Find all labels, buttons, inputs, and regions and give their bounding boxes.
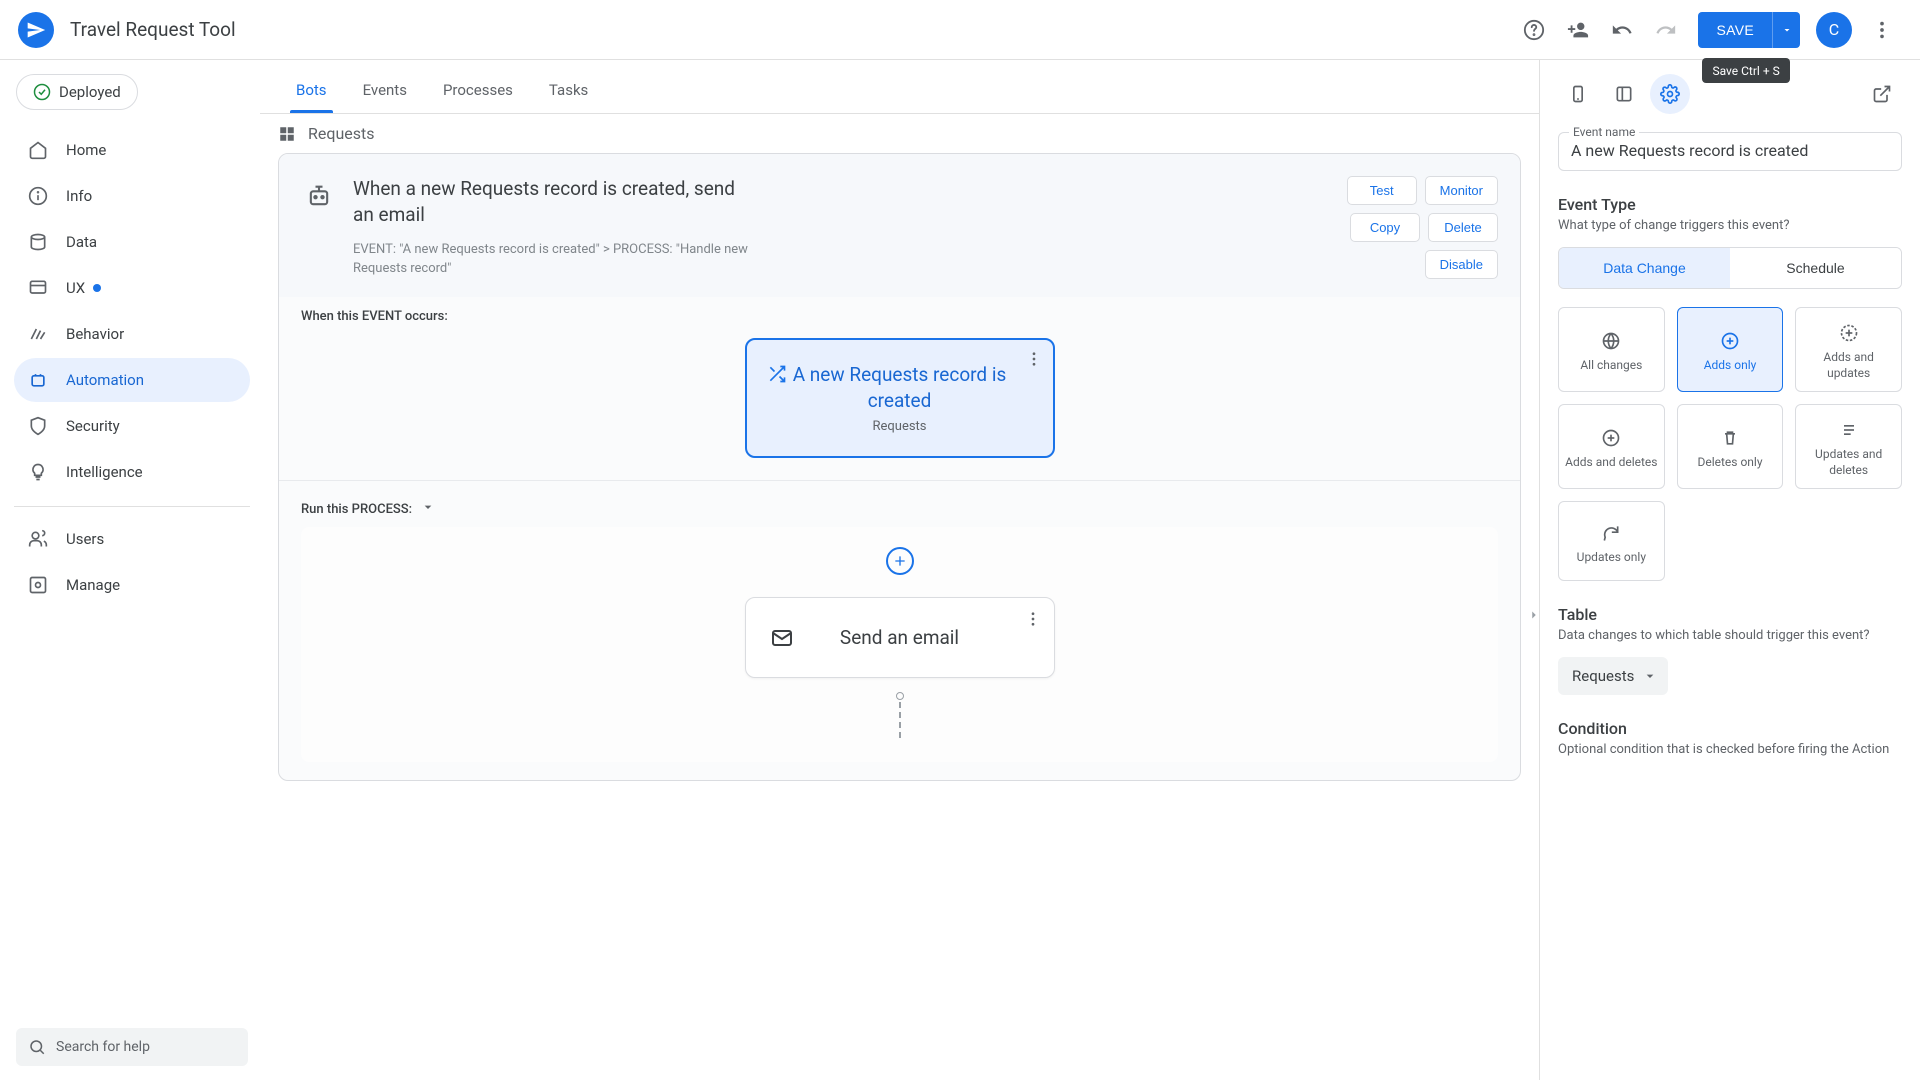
globe-icon [1600,330,1622,352]
mail-icon [770,626,794,654]
tab-events[interactable]: Events [345,81,425,113]
event-section-label: When this EVENT occurs: [279,297,1520,338]
opt-adds-only[interactable]: Adds only [1677,307,1784,392]
nav-behavior[interactable]: Behavior [14,312,250,356]
event-name-input[interactable] [1571,141,1889,160]
settings-icon[interactable] [1650,74,1690,114]
opt-deletes-only[interactable]: Deletes only [1677,404,1784,489]
tab-tasks[interactable]: Tasks [531,81,606,113]
bot-copy-button[interactable]: Copy [1350,213,1420,242]
opt-all-changes[interactable]: All changes [1558,307,1665,392]
nav-data[interactable]: Data [14,220,250,264]
save-dropdown-button[interactable] [1772,12,1800,48]
robot-icon [301,176,337,279]
save-tooltip: Save Ctrl + S [1702,58,1789,83]
event-node-subtitle: Requests [765,419,1035,434]
nav-users[interactable]: Users [14,517,250,561]
users-icon [28,529,48,549]
expand-panel-icon[interactable] [1527,603,1539,631]
breadcrumb: Requests [308,124,375,143]
step-node-title: Send an email [764,626,1036,649]
bot-delete-button[interactable]: Delete [1428,213,1498,242]
ux-icon [28,278,48,298]
nav-security[interactable]: Security [14,404,250,448]
nav-automation[interactable]: Automation [14,358,250,402]
nav-intelligence[interactable]: Intelligence [14,450,250,494]
list-icon [1838,419,1860,441]
save-button[interactable]: SAVE [1698,12,1772,48]
bot-test-button[interactable]: Test [1347,176,1417,205]
plus-circle-icon [1719,330,1741,352]
opt-adds-updates[interactable]: Adds and updates [1795,307,1902,392]
search-help-input[interactable]: Search for help [16,1028,248,1066]
table-section-desc: Data changes to which table should trigg… [1558,628,1902,643]
shuffle-icon [767,364,787,388]
add-user-icon[interactable] [1558,10,1598,50]
nav-home[interactable]: Home [14,128,250,172]
toggle-schedule[interactable]: Schedule [1730,248,1901,288]
automation-icon [28,370,48,390]
tab-processes[interactable]: Processes [425,81,531,113]
plus-circle-icon [1600,427,1622,449]
search-icon [28,1038,46,1056]
connector-dot-icon [896,692,904,700]
nav-info[interactable]: Info [14,174,250,218]
bot-title: When a new Requests record is created, s… [353,176,753,227]
table-section-title: Table [1558,605,1902,624]
shield-icon [28,416,48,436]
refresh-icon [1600,522,1622,544]
table-select[interactable]: Requests [1558,657,1668,695]
opt-updates-only[interactable]: Updates only [1558,501,1665,581]
info-icon [28,186,48,206]
event-type-title: Event Type [1558,195,1902,214]
app-title: Travel Request Tool [70,18,236,41]
add-step-button[interactable] [886,547,914,575]
app-logo-icon [18,12,54,48]
nav-manage[interactable]: Manage [14,563,250,607]
opt-updates-deletes[interactable]: Updates and deletes [1795,404,1902,489]
condition-section-title: Condition [1558,719,1902,738]
condition-section-desc: Optional condition that is checked befor… [1558,742,1902,757]
open-external-icon[interactable] [1862,74,1902,114]
trash-icon [1719,427,1741,449]
check-circle-icon [33,83,51,101]
connector-line [899,702,901,738]
bot-subtitle: EVENT: "A new Requests record is created… [353,241,753,279]
event-node-menu-icon[interactable] [1025,350,1043,372]
chevron-down-icon[interactable] [420,499,436,519]
redo-icon[interactable] [1646,10,1686,50]
event-type-desc: What type of change triggers this event? [1558,218,1902,233]
event-node[interactable]: A new Requests record is created Request… [745,338,1055,458]
lightbulb-icon [28,462,48,482]
notification-dot-icon [93,284,101,292]
opt-adds-deletes[interactable]: Adds and deletes [1558,404,1665,489]
help-icon[interactable] [1514,10,1554,50]
overflow-menu-icon[interactable] [1862,10,1902,50]
undo-icon[interactable] [1602,10,1642,50]
grid-icon [278,125,296,143]
deploy-status-label: Deployed [59,83,121,101]
step-node-send-email[interactable]: Send an email [745,597,1055,678]
event-node-title: A new Requests record is created [765,362,1035,413]
behavior-icon [28,324,48,344]
preview-mobile-icon[interactable] [1558,74,1598,114]
toggle-data-change[interactable]: Data Change [1559,248,1730,288]
data-icon [28,232,48,252]
home-icon [28,140,48,160]
bot-disable-button[interactable]: Disable [1425,250,1498,279]
process-section-label: Run this PROCESS: [301,502,412,517]
manage-icon [28,575,48,595]
tab-bots[interactable]: Bots [278,81,345,113]
event-name-field[interactable]: Event name [1558,132,1902,171]
nav-ux[interactable]: UX [14,266,250,310]
chevron-down-icon [1642,668,1658,684]
deploy-status-badge: Deployed [16,74,138,110]
user-avatar[interactable]: C [1816,12,1852,48]
plus-circle-dashed-icon [1838,322,1860,344]
step-node-menu-icon[interactable] [1024,610,1042,632]
preview-tablet-icon[interactable] [1604,74,1644,114]
bot-monitor-button[interactable]: Monitor [1425,176,1498,205]
